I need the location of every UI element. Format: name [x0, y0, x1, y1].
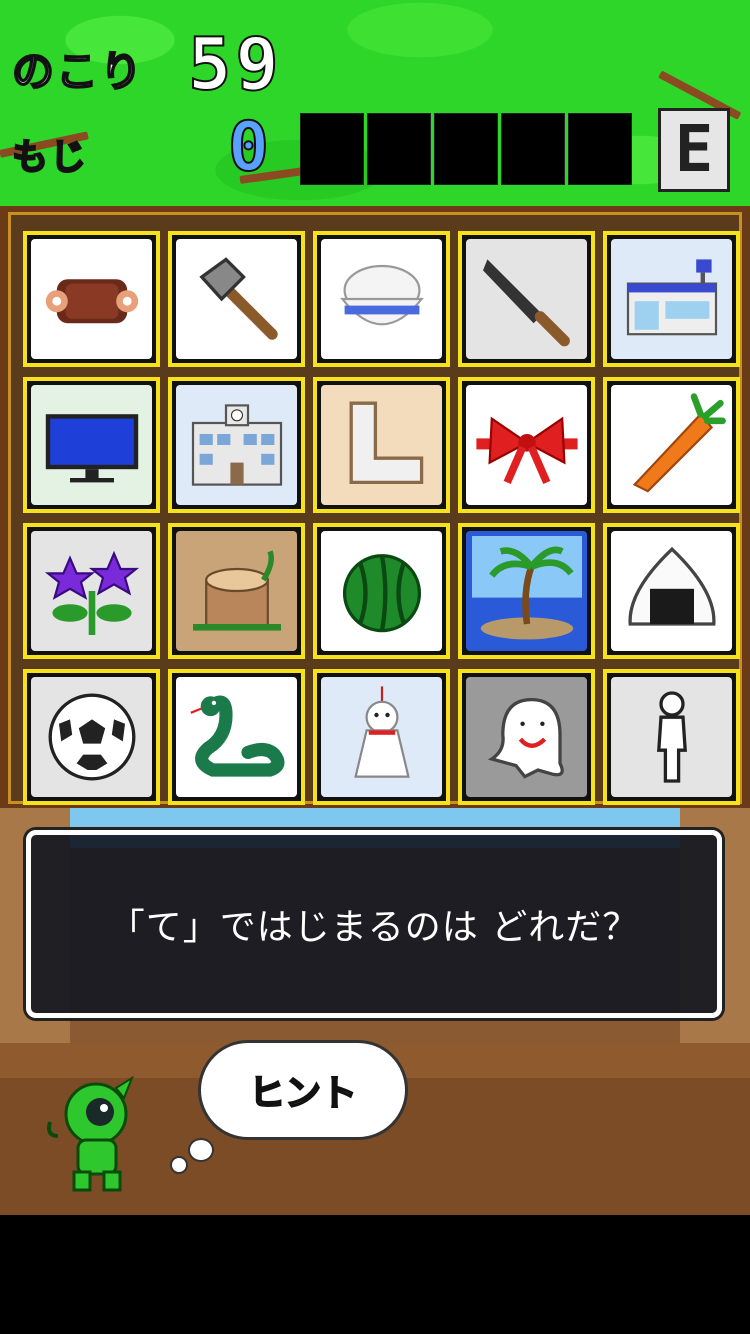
letter-slot	[367, 113, 431, 185]
ghost-icon	[487, 697, 564, 779]
picture-card[interactable]	[603, 231, 740, 367]
letter-slot	[568, 113, 632, 185]
rice-ball-icon	[628, 546, 715, 626]
picture-card[interactable]	[603, 523, 740, 659]
picture-card[interactable]	[168, 523, 305, 659]
remaining-label: のこり	[11, 46, 145, 97]
grade-badge: E	[658, 108, 730, 192]
hint-button[interactable]: ヒント	[198, 1040, 408, 1140]
picture-card[interactable]	[458, 377, 595, 513]
board-frame	[8, 212, 742, 805]
card-grid	[23, 231, 740, 805]
bottom-black-bar	[0, 1215, 750, 1334]
palm-island-icon	[471, 536, 582, 640]
hint-label: ヒント	[248, 1072, 358, 1115]
ribbon-bow-icon	[475, 416, 578, 484]
watermelon-icon	[342, 554, 421, 633]
snake-icon	[189, 695, 284, 777]
convenience-store-icon	[626, 259, 717, 336]
picture-card[interactable]	[313, 523, 450, 659]
picture-card[interactable]	[168, 231, 305, 367]
soccer-ball-icon	[48, 693, 135, 781]
carrot-icon	[632, 393, 726, 493]
picture-card[interactable]	[23, 669, 160, 805]
picture-card[interactable]	[603, 377, 740, 513]
picture-card[interactable]	[313, 669, 450, 805]
letter-slots	[300, 113, 632, 185]
picture-card[interactable]	[168, 669, 305, 805]
picture-card[interactable]	[168, 377, 305, 513]
teru-teru-bozu-icon	[353, 686, 410, 778]
picture-card[interactable]	[23, 523, 160, 659]
person-icon	[656, 691, 687, 783]
picture-card[interactable]	[313, 377, 450, 513]
meat-icon	[45, 279, 138, 324]
axe-icon	[198, 257, 278, 340]
remaining-count: 59	[187, 21, 283, 107]
rice-bowl-icon	[339, 264, 424, 326]
leg-icon	[349, 401, 423, 485]
tree-stump-icon	[192, 550, 281, 631]
question-text: 「て」ではじまるのは どれだ？	[108, 907, 640, 948]
picture-card[interactable]	[23, 231, 160, 367]
status-hud: のこり 59 もじ 0 E	[0, 0, 750, 210]
bellflower-icon	[44, 550, 139, 635]
kitchen-knife-icon	[482, 259, 570, 347]
picture-card[interactable]	[603, 669, 740, 805]
picture-card[interactable]	[313, 231, 450, 367]
green-mascot-icon	[47, 1076, 134, 1192]
thought-puff	[170, 1156, 188, 1174]
letter-slot	[501, 113, 565, 185]
game-screen: のこり 59 もじ 0 E 「て」ではじまるのは どれだ？ ヒント	[0, 0, 750, 1215]
letter-slot	[434, 113, 498, 185]
thought-puff	[188, 1138, 214, 1162]
picture-card[interactable]	[458, 231, 595, 367]
question-dialog: 「て」ではじまるのは どれだ？	[26, 830, 722, 1018]
letter-slot	[300, 113, 364, 185]
picture-board	[0, 206, 750, 808]
picture-card[interactable]	[458, 669, 595, 805]
letters-count: 0	[227, 107, 271, 188]
television-icon	[45, 414, 138, 483]
picture-card[interactable]	[23, 377, 160, 513]
letters-label: もじ	[11, 136, 89, 179]
picture-card[interactable]	[458, 523, 595, 659]
school-building-icon	[191, 404, 282, 486]
